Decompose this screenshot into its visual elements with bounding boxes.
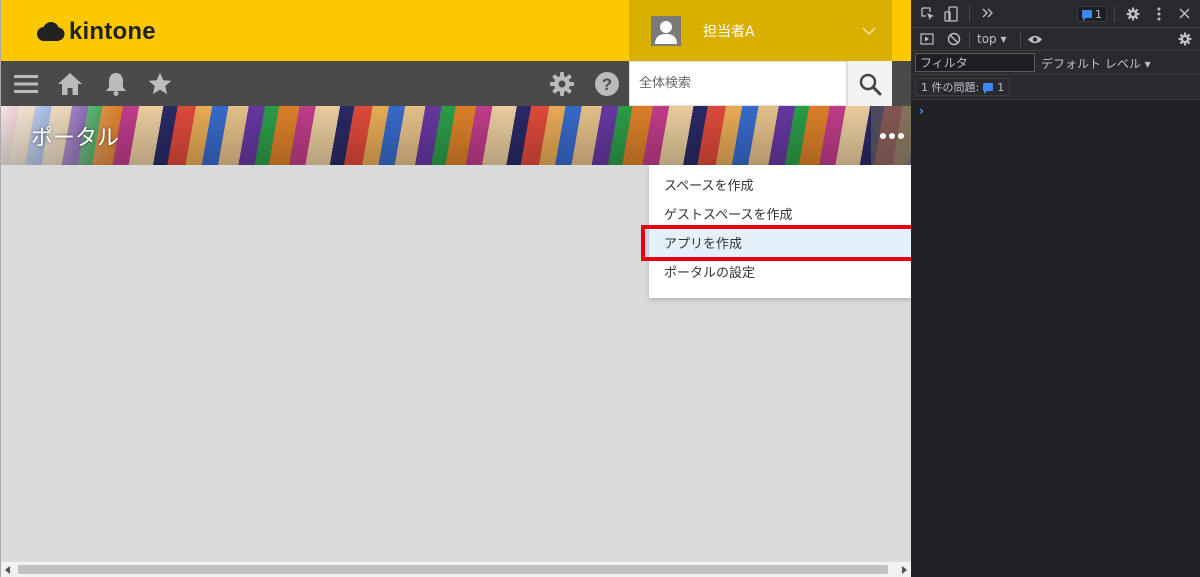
menu-item-create-app[interactable]: アプリを作成 — [649, 230, 911, 259]
menu-item-portal-settings[interactable]: ポータルの設定 — [649, 259, 911, 288]
menu-item-create-space[interactable]: スペースを作成 — [649, 172, 911, 201]
kebab-menu-icon[interactable] — [1157, 7, 1161, 21]
sidebar-toggle-icon[interactable] — [920, 33, 934, 45]
toolbar-separator — [969, 6, 970, 22]
search-icon — [859, 73, 882, 95]
kintone-app: kintone 担当者A ? 全体検索 ポータル スペースを作成 ゲストスペース… — [0, 0, 911, 577]
scroll-right-icon[interactable] — [902, 566, 907, 574]
issues-button[interactable]: 1 件の問題: 1 — [915, 78, 1011, 96]
toolbar-separator — [1020, 32, 1021, 47]
clear-console-icon[interactable] — [947, 32, 961, 46]
gear-icon[interactable] — [549, 71, 575, 97]
toolbar-separator — [1114, 6, 1115, 22]
portal-options-menu: スペースを作成 ゲストスペースを作成 アプリを作成 ポータルの設定 — [649, 165, 911, 298]
issues-count: 1 — [997, 80, 1005, 94]
global-search — [629, 61, 847, 106]
search-button[interactable] — [847, 61, 892, 106]
devtools-toolbar: 1 — [911, 0, 1200, 28]
star-icon[interactable] — [147, 71, 173, 97]
context-value: top — [977, 32, 997, 46]
cloud-logo-icon — [37, 22, 65, 41]
issues-text: 1 件の問題: — [921, 81, 980, 94]
avatar — [651, 15, 681, 46]
kintone-logo[interactable]: kintone — [35, 18, 156, 46]
eye-icon[interactable] — [1027, 34, 1043, 45]
bell-icon[interactable] — [103, 71, 129, 97]
help-icon[interactable]: ? — [594, 71, 620, 97]
issues-badge[interactable]: 1 — [1077, 6, 1107, 22]
user-menu[interactable]: 担当者A — [629, 0, 892, 61]
issues-row: 1 件の問題: 1 — [911, 75, 1200, 100]
settings-gear-icon[interactable] — [1126, 7, 1140, 21]
context-selector[interactable]: top ▾ — [977, 32, 1007, 46]
home-icon[interactable] — [57, 71, 83, 97]
console-prompt[interactable]: › — [919, 104, 924, 118]
console-filter-row: デフォルト レベル ▾ — [911, 51, 1200, 75]
console-settings-icon[interactable] — [1178, 32, 1192, 46]
console-filter-input[interactable] — [915, 53, 1035, 72]
header-bar: kintone 担当者A — [1, 0, 911, 61]
device-toolbar-icon[interactable] — [944, 6, 958, 22]
user-name: 担当者A — [703, 23, 755, 40]
more-tabs-icon[interactable] — [982, 8, 994, 18]
log-level-dropdown[interactable]: デフォルト レベル ▾ — [1041, 55, 1151, 72]
close-icon[interactable] — [1179, 8, 1190, 19]
console-toolbar: top ▾ — [911, 28, 1200, 51]
menu-icon[interactable] — [13, 71, 39, 97]
log-level-label: デフォルト レベル — [1041, 57, 1141, 71]
message-icon — [983, 83, 994, 94]
devtools-panel: 1 top ▾ フィルタ デフォルト レベル ▾ 1 件の問題: 1 › — [911, 0, 1200, 577]
portal-banner: ポータル — [1, 106, 911, 165]
svg-text:?: ? — [602, 75, 612, 94]
user-icon — [655, 20, 677, 44]
chevron-down-icon[interactable] — [862, 26, 876, 35]
dot-icon — [888, 132, 895, 139]
dot-icon — [897, 132, 904, 139]
dot-icon — [879, 132, 886, 139]
toolbar-separator — [969, 32, 970, 47]
banner-shade — [1, 106, 911, 165]
inspect-element-icon[interactable] — [921, 7, 935, 21]
logo-wordmark: kintone — [69, 18, 156, 45]
scroll-left-icon[interactable] — [5, 566, 10, 574]
issues-badge-count: 1 — [1095, 7, 1102, 21]
scrollbar-thumb[interactable] — [18, 565, 888, 574]
page-title: ポータル — [31, 126, 120, 151]
menu-item-create-guest-space[interactable]: ゲストスペースを作成 — [649, 201, 911, 230]
more-options-button[interactable] — [871, 106, 911, 165]
horizontal-scrollbar[interactable] — [1, 561, 911, 577]
search-input[interactable] — [630, 62, 846, 105]
message-icon — [1082, 10, 1092, 21]
